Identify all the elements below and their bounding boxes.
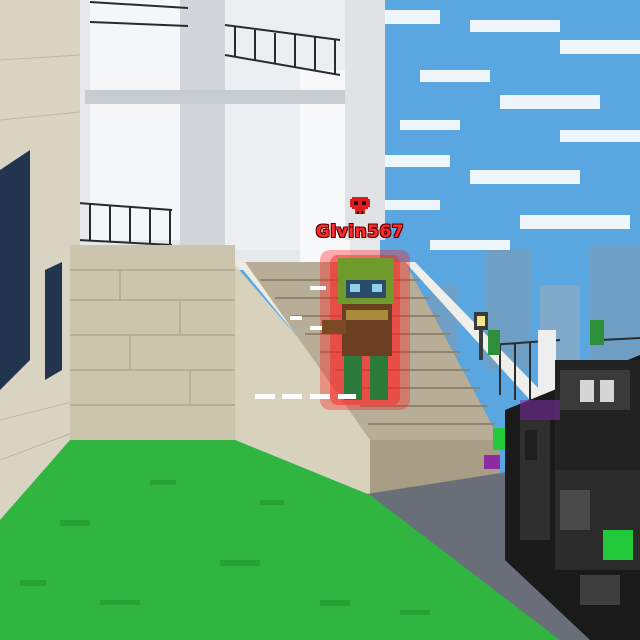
enemy-player[interactable] [320, 250, 410, 410]
enemy-name-label: Glvin567 [315, 222, 405, 242]
fence-pillar [538, 330, 556, 400]
left-wall [0, 0, 81, 520]
red-skull-icon [350, 197, 370, 214]
game-viewport [0, 0, 640, 640]
enemy-nametag: Glvin567 [300, 196, 420, 242]
